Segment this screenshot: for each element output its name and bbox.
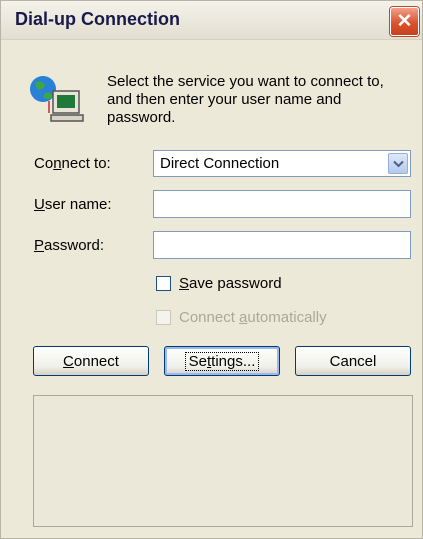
- user-name-input[interactable]: [153, 190, 411, 218]
- cancel-button[interactable]: Cancel: [295, 346, 411, 376]
- connect-button-rest: onnect: [73, 352, 119, 370]
- password-input[interactable]: [153, 231, 411, 259]
- save-password-label[interactable]: Save password: [179, 275, 282, 292]
- connect-button[interactable]: Connect: [33, 346, 149, 376]
- close-button[interactable]: ✕: [390, 7, 419, 36]
- connect-to-label-part2: nect to:: [61, 155, 111, 172]
- user-name-label-rest: ser name:: [44, 196, 112, 213]
- dialup-dialog: Dial-up Connection ✕ Select the service …: [0, 0, 423, 539]
- save-password-accel: S: [179, 275, 190, 292]
- title-bar[interactable]: Dial-up Connection ✕: [1, 1, 422, 40]
- status-area: [33, 395, 413, 527]
- connect-automatically-checkbox: [156, 310, 171, 325]
- connect-to-label-part1: Co: [34, 155, 54, 172]
- connect-button-accel: C: [63, 352, 74, 370]
- password-label: Password:: [34, 237, 104, 254]
- user-name-label-accel: U: [34, 196, 45, 213]
- connect-automatically-rest: utomatically: [247, 309, 327, 326]
- password-label-rest: assword:: [44, 237, 105, 254]
- connect-to-value: Direct Connection: [160, 155, 280, 172]
- connect-automatically-label: Connect automatically: [179, 309, 327, 326]
- save-password-rest: ave password: [189, 275, 282, 292]
- user-name-label: User name:: [34, 196, 112, 213]
- dropdown-button[interactable]: [388, 153, 408, 174]
- network-computer-icon: [30, 76, 84, 122]
- connect-to-label-accel: n: [53, 155, 62, 172]
- connect-automatically-before: Connect: [179, 309, 240, 326]
- connect-to-select[interactable]: Direct Connection: [153, 150, 411, 177]
- chevron-down-icon: [392, 160, 404, 167]
- settings-button-before: Se: [188, 352, 207, 370]
- info-text: Select the service you want to connect t…: [107, 73, 384, 126]
- settings-focus-rect: Settings...: [184, 351, 260, 371]
- close-icon: ✕: [396, 11, 413, 32]
- password-label-accel: P: [34, 237, 45, 254]
- save-password-checkbox[interactable]: [156, 276, 171, 291]
- settings-button[interactable]: Settings...: [164, 346, 280, 376]
- window-title: Dial-up Connection: [15, 9, 180, 29]
- settings-button-rest: tings...: [211, 352, 256, 370]
- connect-to-label: Connect to:: [34, 155, 111, 172]
